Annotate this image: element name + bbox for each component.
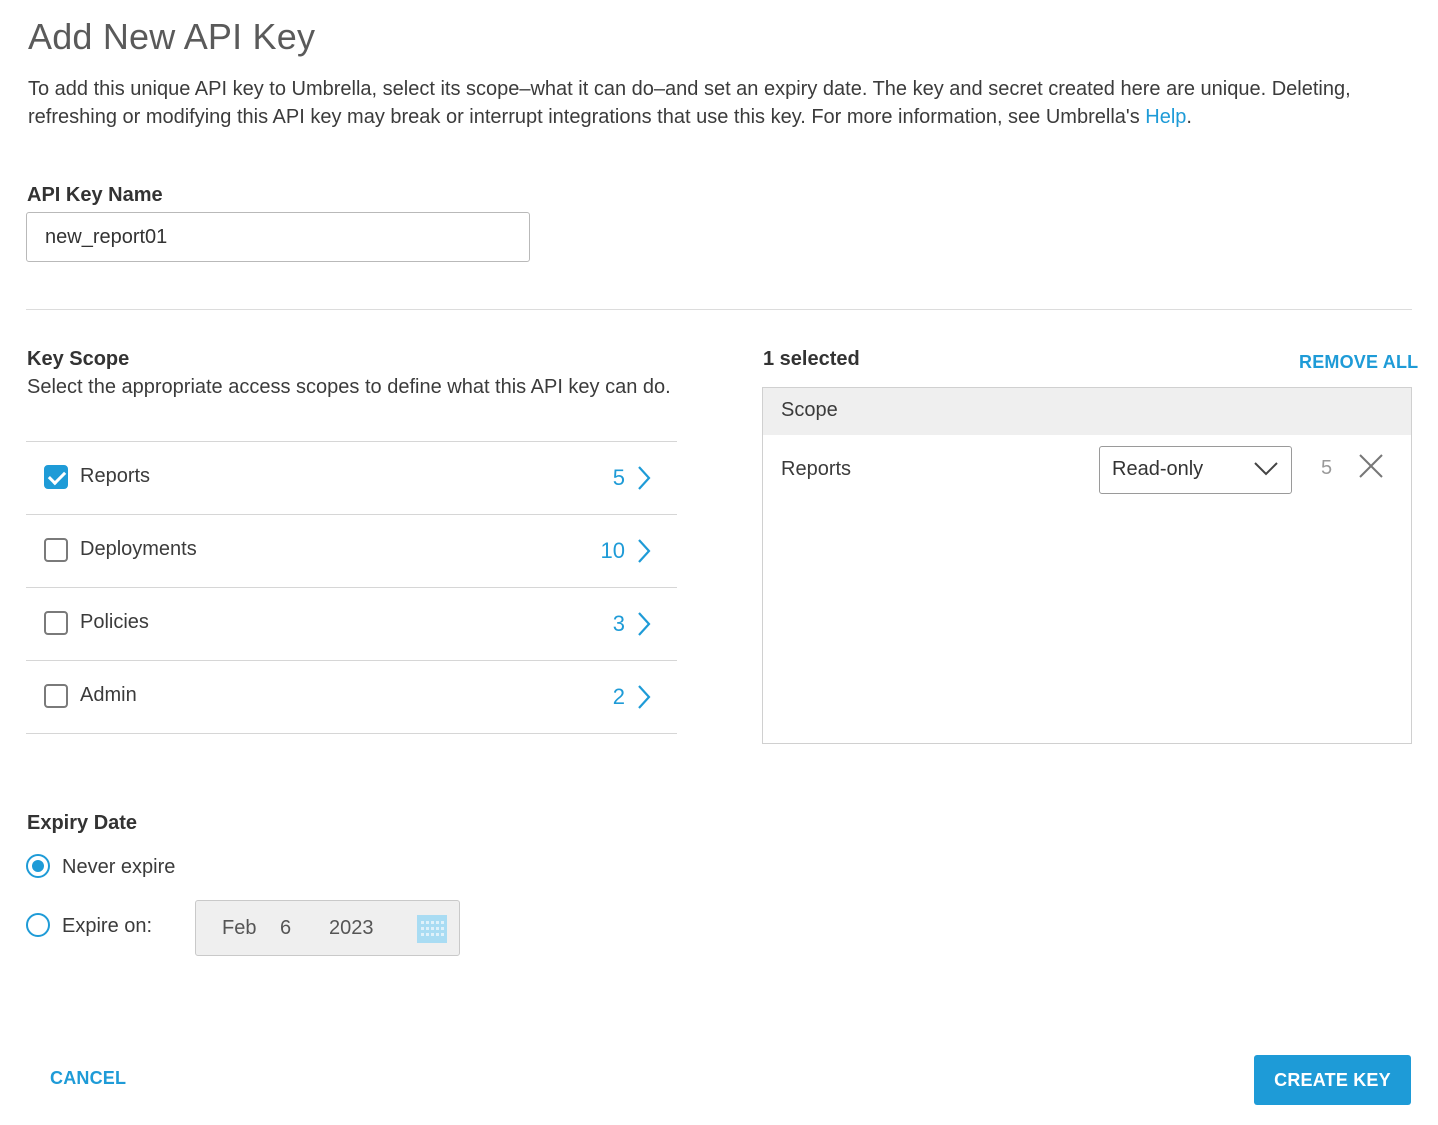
deployments-checkbox[interactable] <box>44 538 68 562</box>
key-scope-description: Select the appropriate access scopes to … <box>27 376 671 398</box>
scope-row-label: Admin <box>80 684 137 706</box>
date-day[interactable]: 6 <box>280 917 291 940</box>
create-key-button[interactable]: CREATE KEY <box>1254 1055 1411 1105</box>
date-year[interactable]: 2023 <box>329 917 374 940</box>
close-icon[interactable] <box>1357 452 1385 480</box>
scope-row-policies[interactable]: Policies 3 <box>26 588 677 661</box>
expiry-date-label: Expiry Date <box>27 812 138 834</box>
access-level-value: Read-only <box>1112 458 1204 480</box>
scope-row-count: 3 <box>612 611 625 636</box>
help-link[interactable]: Help <box>1145 106 1186 128</box>
expire-on-label[interactable]: Expire on: <box>62 915 152 938</box>
chevron-right-icon[interactable] <box>637 611 651 637</box>
scope-row-label: Reports <box>80 465 151 487</box>
selected-scope-name: Reports <box>781 458 852 480</box>
scope-row-label: Deployments <box>80 538 197 560</box>
selected-scope-row: Reports Read-only 5 <box>763 435 1411 505</box>
page-description: To add this unique API key to Umbrella, … <box>28 75 1418 131</box>
chevron-right-icon[interactable] <box>637 684 651 710</box>
key-scope-label: Key Scope <box>27 348 130 370</box>
expire-on-radio[interactable] <box>26 913 50 937</box>
chevron-down-icon <box>1254 462 1278 476</box>
page-title: Add New API Key <box>28 16 316 57</box>
scope-list: Reports 5 Deployments 10 Policies 3 Admi… <box>26 441 677 734</box>
access-level-select[interactable]: Read-only <box>1099 446 1292 494</box>
scope-row-count: 10 <box>600 538 625 563</box>
scope-row-label: Policies <box>80 611 149 633</box>
scope-row-reports[interactable]: Reports 5 <box>26 442 677 515</box>
calendar-icon[interactable] <box>417 915 447 943</box>
selected-count-label: 1 selected <box>763 348 860 370</box>
selected-scopes-panel: Scope Reports Read-only 5 <box>762 387 1412 744</box>
scope-row-admin[interactable]: Admin 2 <box>26 661 677 734</box>
section-divider <box>26 309 1412 310</box>
chevron-right-icon[interactable] <box>637 538 651 564</box>
selected-scope-count: 5 <box>1321 457 1333 479</box>
never-expire-radio[interactable] <box>26 854 50 878</box>
scope-row-count: 5 <box>612 465 625 490</box>
cancel-button[interactable]: CANCEL <box>50 1068 126 1089</box>
scope-column-header: Scope <box>763 388 1411 435</box>
remove-all-button[interactable]: REMOVE ALL <box>1299 352 1418 373</box>
scope-row-deployments[interactable]: Deployments 10 <box>26 515 677 588</box>
policies-checkbox[interactable] <box>44 611 68 635</box>
date-month[interactable]: Feb <box>222 917 256 940</box>
api-key-name-input[interactable] <box>26 212 530 262</box>
expiry-date-picker[interactable]: Feb 6 2023 <box>195 900 460 956</box>
description-end: . <box>1186 106 1192 128</box>
api-key-name-label: API Key Name <box>27 184 163 206</box>
admin-checkbox[interactable] <box>44 684 68 708</box>
scope-row-count: 2 <box>612 684 625 709</box>
reports-checkbox[interactable] <box>44 465 68 489</box>
never-expire-label[interactable]: Never expire <box>62 856 175 879</box>
chevron-right-icon[interactable] <box>637 465 651 491</box>
